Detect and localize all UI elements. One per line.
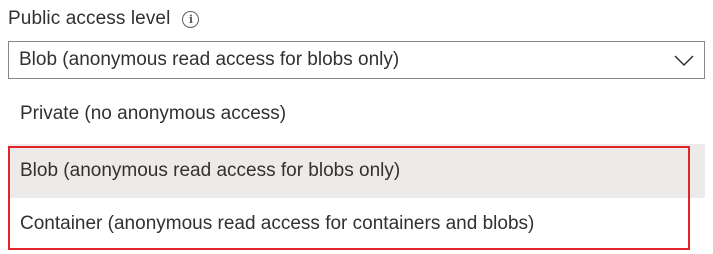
- access-level-dropdown[interactable]: Blob (anonymous read access for blobs on…: [8, 41, 705, 79]
- option-private[interactable]: Private (no anonymous access): [8, 84, 705, 144]
- public-access-level-field: Public access level i Blob (anonymous re…: [0, 0, 713, 254]
- dropdown-options-list: Private (no anonymous access) Blob (anon…: [8, 84, 705, 252]
- option-container[interactable]: Container (anonymous read access for con…: [8, 198, 705, 250]
- chevron-down-icon: [674, 55, 694, 67]
- dropdown-selected-value: Blob (anonymous read access for blobs on…: [19, 49, 400, 70]
- field-label: Public access level: [8, 8, 171, 29]
- info-icon[interactable]: i: [182, 11, 200, 28]
- field-label-row: Public access level i: [8, 4, 200, 34]
- option-blob[interactable]: Blob (anonymous read access for blobs on…: [8, 144, 705, 198]
